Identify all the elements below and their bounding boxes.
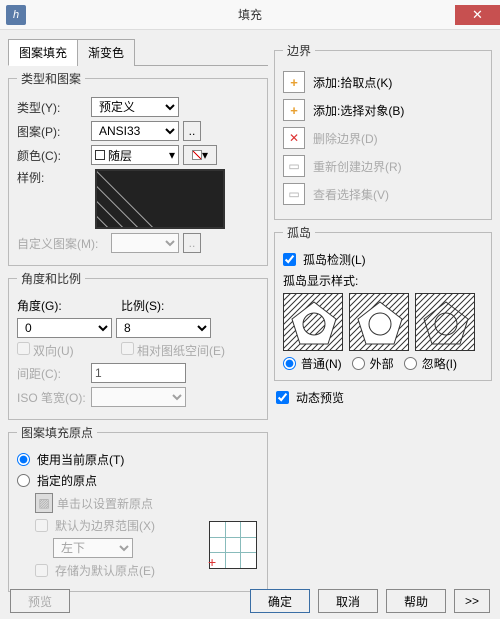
island-outer-radio[interactable]: 外部: [352, 355, 394, 372]
add-select-objects-button[interactable]: +添加:选择对象(B): [283, 99, 483, 121]
type-select[interactable]: 预定义: [91, 97, 179, 117]
pattern-browse-button[interactable]: ..: [183, 121, 201, 141]
angle-legend: 角度和比例: [17, 270, 85, 287]
island-style-label: 孤岛显示样式:: [283, 272, 483, 289]
island-detect-checkbox[interactable]: 孤岛检测(L): [283, 251, 483, 268]
island-legend: 孤岛: [283, 224, 315, 241]
click-set-origin-label: 单击以设置新原点: [57, 495, 153, 512]
tab-gradient[interactable]: 渐变色: [77, 39, 135, 66]
window-title: 填充: [238, 6, 262, 23]
island-normal-icon[interactable]: [283, 293, 343, 351]
angle-label: 角度(G):: [17, 297, 117, 314]
boundary-legend: 边界: [283, 42, 315, 59]
custom-pattern-label: 自定义图案(M):: [17, 235, 107, 252]
spacing-label: 间距(C):: [17, 365, 87, 382]
color-swatch-icon: [95, 150, 105, 160]
specified-origin-radio[interactable]: 指定的原点: [17, 472, 259, 489]
pattern-sample[interactable]: [95, 169, 225, 229]
island-ignore-icon[interactable]: [415, 293, 475, 351]
double-checkbox: 双向(U): [17, 342, 117, 359]
custom-pattern-select: [111, 233, 179, 253]
island-ignore-radio[interactable]: 忽略(I): [404, 355, 457, 372]
remove-boundaries-button: ✕删除边界(D): [283, 127, 483, 149]
sample-label: 样例:: [17, 169, 87, 186]
bg-color-select[interactable]: ▾: [183, 145, 217, 165]
scale-select[interactable]: 8: [116, 318, 211, 338]
tab-hatch[interactable]: 图案填充: [8, 39, 78, 66]
add-pick-points-button[interactable]: +添加:拾取点(K): [283, 71, 483, 93]
expand-button[interactable]: >>: [454, 589, 490, 613]
scale-label: 比例(S):: [121, 297, 164, 314]
type-pattern-group: 类型和图案 类型(Y): 预定义 图案(P): ANSI33 .. 颜色(C):…: [8, 70, 268, 266]
island-group: 孤岛 孤岛检测(L) 孤岛显示样式: 普通(N) 外部 忽略(I): [274, 224, 492, 381]
spacing-input: [91, 363, 186, 383]
color-label: 颜色(C):: [17, 147, 87, 164]
boundary-group: 边界 +添加:拾取点(K) +添加:选择对象(B) ✕删除边界(D) ▭重新创建…: [274, 42, 492, 220]
set-origin-button: ▨: [35, 493, 53, 513]
recreate-boundary-button: ▭重新创建边界(R): [283, 155, 483, 177]
iso-pen-label: ISO 笔宽(O):: [17, 389, 87, 406]
view-selections-button: ▭查看选择集(V): [283, 183, 483, 205]
origin-pos-select: 左下: [53, 538, 133, 558]
cancel-button[interactable]: 取消: [318, 589, 378, 613]
origin-thumbnail: +: [209, 521, 257, 569]
app-icon: h: [6, 5, 26, 25]
island-outer-icon[interactable]: [349, 293, 409, 351]
angle-scale-group: 角度和比例 角度(G): 比例(S): 0 8 双向(U) 相对图纸空间(E) …: [8, 270, 268, 420]
rel-paper-checkbox: 相对图纸空间(E): [121, 342, 225, 359]
close-button[interactable]: ✕: [455, 5, 500, 25]
pattern-select[interactable]: ANSI33: [91, 121, 179, 141]
origin-group: 图案填充原点 使用当前原点(T) 指定的原点 ▨ 单击以设置新原点 默认为边界范…: [8, 424, 268, 592]
iso-pen-select: [91, 387, 186, 407]
color-select[interactable]: 随层 ▾: [91, 145, 179, 165]
island-normal-radio[interactable]: 普通(N): [283, 355, 342, 372]
angle-select[interactable]: 0: [17, 318, 112, 338]
preview-button: 预览: [10, 589, 70, 613]
dynamic-preview-checkbox[interactable]: 动态预览: [276, 389, 490, 406]
type-label: 类型(Y):: [17, 99, 87, 116]
help-button[interactable]: 帮助: [386, 589, 446, 613]
type-legend: 类型和图案: [17, 70, 85, 87]
use-current-origin-radio[interactable]: 使用当前原点(T): [17, 451, 259, 468]
custom-browse-button: ..: [183, 233, 201, 253]
ok-button[interactable]: 确定: [250, 589, 310, 613]
pattern-label: 图案(P):: [17, 123, 87, 140]
origin-legend: 图案填充原点: [17, 424, 97, 441]
